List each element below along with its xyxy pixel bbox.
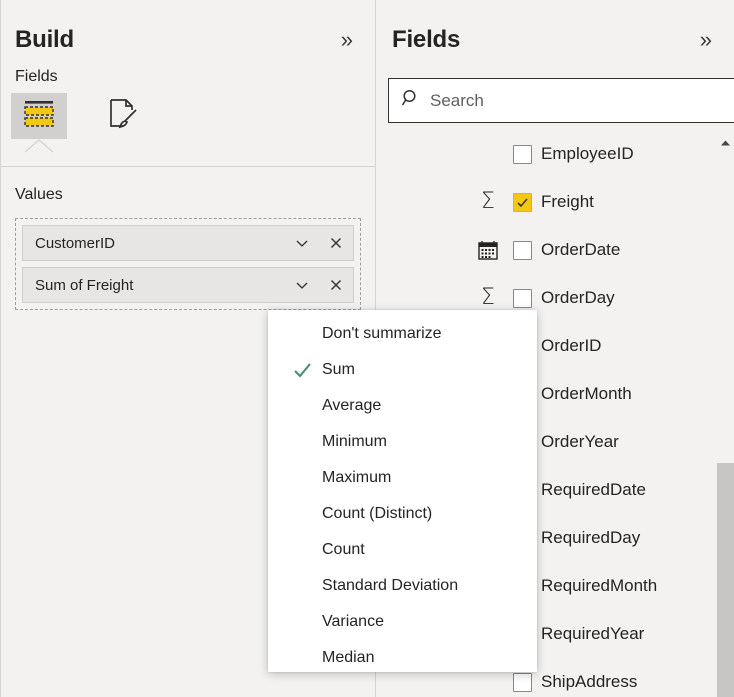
field-list-item[interactable]: Σ Freight: [377, 178, 734, 226]
field-list-item[interactable]: OrderDate: [377, 226, 734, 274]
aggregation-menu-item-label: Median: [322, 649, 375, 666]
field-item-label: EmployeeID: [541, 144, 634, 163]
field-chip-customerid[interactable]: CustomerID: [22, 225, 354, 261]
fields-tab[interactable]: [11, 93, 67, 139]
aggregation-menu-item[interactable]: Standard Deviation: [268, 568, 537, 604]
aggregation-menu-item[interactable]: Maximum: [268, 460, 537, 496]
field-chip-sum-of-freight[interactable]: Sum of Freight: [22, 267, 354, 303]
values-well[interactable]: CustomerID Sum of Freight: [15, 218, 361, 310]
aggregation-menu-item[interactable]: Sum: [268, 352, 537, 388]
aggregation-menu-item-label: Count: [322, 541, 365, 558]
selected-tab-caret: [11, 139, 67, 153]
field-item-label: OrderID: [541, 336, 602, 355]
fields-list-scrollbar[interactable]: [717, 130, 734, 697]
checkmark-icon: [292, 360, 312, 380]
sigma-aggregate-icon: Σ: [481, 285, 495, 310]
scrollbar-thumb[interactable]: [717, 463, 734, 697]
build-tab-strip: [0, 86, 375, 153]
double-chevron-right-icon[interactable]: »: [696, 27, 712, 53]
build-pane-title: Build: [15, 26, 74, 53]
field-item-label: OrderMonth: [541, 384, 632, 403]
field-chip-label: CustomerID: [35, 234, 116, 252]
field-checkbox[interactable]: [513, 288, 532, 308]
aggregation-menu-item[interactable]: Average: [268, 388, 537, 424]
aggregation-menu-item[interactable]: Don't summarize: [268, 316, 537, 352]
build-pane-header: Build »: [0, 0, 375, 54]
aggregation-menu-item[interactable]: Minimum: [268, 424, 537, 460]
field-item-label: ShipAddress: [541, 672, 638, 691]
close-x-icon[interactable]: [319, 268, 353, 302]
values-well-label: Values: [15, 186, 63, 203]
field-item-label: RequiredYear: [541, 624, 645, 643]
field-item-label: OrderYear: [541, 432, 619, 451]
field-item-label: Freight: [541, 192, 594, 211]
fields-pane-header: Fields »: [377, 0, 734, 54]
aggregation-menu-item-label: Average: [322, 397, 382, 414]
chevron-down-icon[interactable]: [285, 268, 319, 302]
aggregation-menu-item-label: Don't summarize: [322, 325, 442, 342]
close-x-icon[interactable]: [319, 226, 353, 260]
fields-search-box[interactable]: [388, 78, 734, 123]
fields-pane-title: Fields: [392, 26, 461, 53]
field-item-label: OrderDate: [541, 240, 621, 259]
aggregation-menu-item[interactable]: Count (Distinct): [268, 496, 537, 532]
aggregation-menu-item-label: Minimum: [322, 433, 387, 450]
field-item-label: OrderDay: [541, 288, 615, 307]
caret-up-icon[interactable]: [717, 134, 734, 151]
aggregation-menu-item-label: Sum: [322, 361, 355, 378]
fields-section-label: Fields: [15, 68, 58, 85]
tabs-divider: [0, 166, 376, 167]
search-icon: [401, 88, 422, 114]
aggregation-menu-item-label: Standard Deviation: [322, 577, 459, 594]
field-item-label: RequiredMonth: [541, 576, 658, 595]
format-tab[interactable]: [95, 93, 151, 139]
aggregation-menu-item-label: Count (Distinct): [322, 505, 433, 522]
field-chip-label: Sum of Freight: [35, 276, 134, 294]
field-checkbox[interactable]: [513, 144, 532, 164]
field-checkbox[interactable]: [513, 192, 532, 212]
aggregation-menu-item[interactable]: Variance: [268, 604, 537, 640]
page-paintbrush-icon: [106, 97, 140, 136]
field-list-item[interactable]: EmployeeID: [377, 130, 734, 178]
calendar-icon: [475, 237, 501, 263]
aggregation-dropdown-menu[interactable]: Don't summarize Sum Average Minimum Maximum C…: [268, 310, 537, 672]
field-item-label: RequiredDate: [541, 480, 646, 499]
aggregation-menu-item[interactable]: Count: [268, 532, 537, 568]
aggregation-menu-item-label: Variance: [322, 613, 384, 630]
sigma-aggregate-icon: Σ: [481, 189, 495, 214]
double-chevron-right-icon[interactable]: »: [337, 27, 353, 53]
table-fields-icon: [22, 98, 56, 135]
field-checkbox[interactable]: [513, 240, 532, 260]
field-item-label: RequiredDay: [541, 528, 641, 547]
aggregation-menu-item[interactable]: Median: [268, 640, 537, 676]
aggregation-menu-item-label: Maximum: [322, 469, 392, 486]
power-bi-visualizations-panel: Build » Fields Values CustomerID Sum of …: [0, 0, 734, 697]
chevron-down-icon[interactable]: [285, 226, 319, 260]
search-input[interactable]: [430, 79, 734, 122]
